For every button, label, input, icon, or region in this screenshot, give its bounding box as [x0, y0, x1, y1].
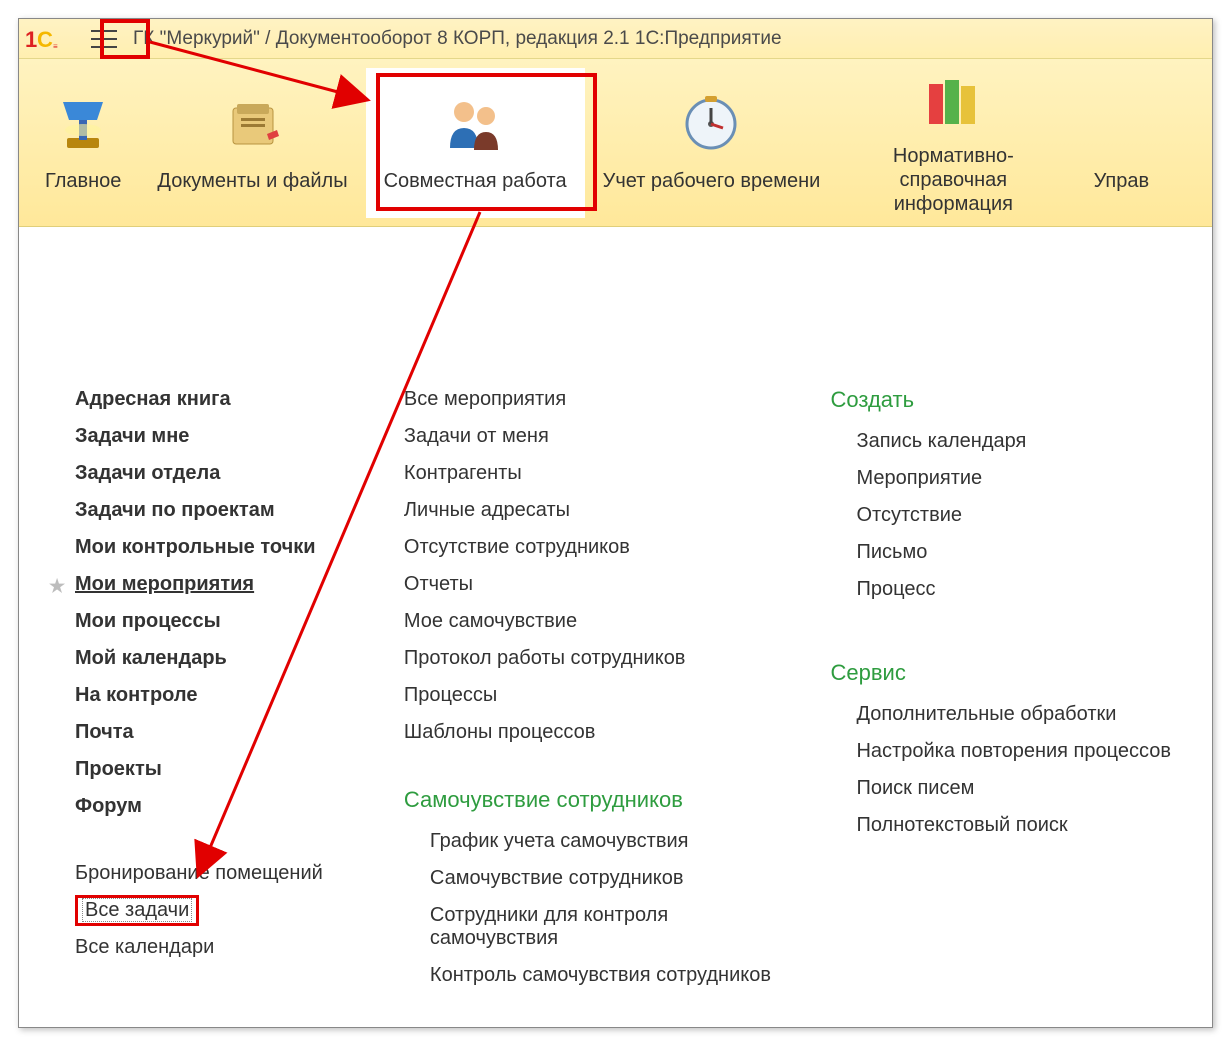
link-create-absence[interactable]: Отсутствие: [830, 497, 1182, 534]
link-all-events[interactable]: Все мероприятия: [404, 381, 795, 418]
link-label: Мои мероприятия: [75, 573, 254, 595]
star-icon: ★: [49, 576, 65, 597]
link-search-mail[interactable]: Поиск писем: [830, 770, 1182, 807]
link-on-control[interactable]: На контроле: [75, 677, 368, 714]
link-my-events[interactable]: ★ Мои мероприятия: [75, 566, 368, 603]
nav-label: Совместная работа: [384, 170, 567, 193]
link-mail[interactable]: Почта: [75, 714, 368, 751]
link-create-calendar-entry[interactable]: Запись календаря: [830, 423, 1182, 460]
nav-label: Нормативно-справочная информация: [856, 144, 1050, 216]
link-my-tasks[interactable]: Задачи мне: [75, 418, 368, 455]
link-control-points[interactable]: Мои контрольные точки: [75, 529, 368, 566]
nav-label: Учет рабочего времени: [603, 170, 821, 193]
group-header-service: Сервис: [830, 654, 1182, 696]
group-header-wellbeing: Самочувствие сотрудников: [404, 781, 795, 823]
link-project-tasks[interactable]: Задачи по проектам: [75, 492, 368, 529]
link-employee-wellbeing[interactable]: Самочувствие сотрудников: [404, 860, 795, 897]
nav-column-1: Адресная книга Задачи мне Задачи отдела …: [75, 381, 368, 994]
link-forum[interactable]: Форум: [75, 788, 368, 825]
link-work-protocol[interactable]: Протокол работы сотрудников: [404, 640, 795, 677]
link-contractors[interactable]: Контрагенты: [404, 455, 795, 492]
link-all-calendars[interactable]: Все календари: [75, 929, 368, 966]
people-icon: [440, 92, 510, 156]
link-projects[interactable]: Проекты: [75, 751, 368, 788]
link-all-tasks[interactable]: Все задачи: [75, 892, 368, 929]
link-process-templates[interactable]: Шаблоны процессов: [404, 714, 795, 751]
nav-reference-info[interactable]: Нормативно-справочная информация: [838, 68, 1068, 218]
more-icon: [1086, 92, 1156, 156]
link-room-booking[interactable]: Бронирование помещений: [75, 855, 368, 892]
link-wellbeing-controllers[interactable]: Сотрудники для контроля самочувствия: [404, 897, 795, 957]
link-my-processes[interactable]: Мои процессы: [75, 603, 368, 640]
logo-1c: 1C≡: [25, 25, 75, 53]
nav-label: Главное: [45, 170, 121, 193]
link-reports[interactable]: Отчеты: [404, 566, 795, 603]
link-create-letter[interactable]: Письмо: [830, 534, 1182, 571]
link-label: Все задачи: [82, 898, 192, 922]
link-wellbeing-schedule[interactable]: График учета самочувствия: [404, 823, 795, 860]
svg-text:≡: ≡: [53, 42, 58, 51]
link-create-process[interactable]: Процесс: [830, 571, 1182, 608]
link-create-event[interactable]: Мероприятие: [830, 460, 1182, 497]
link-my-wellbeing[interactable]: Мое самочувствие: [404, 603, 795, 640]
svg-text:C: C: [37, 27, 53, 52]
clock-icon: [676, 92, 746, 156]
svg-text:1: 1: [25, 27, 37, 52]
link-my-calendar[interactable]: Мой календарь: [75, 640, 368, 677]
nav-more[interactable]: Управ: [1068, 68, 1156, 218]
main-menu-button[interactable]: [83, 22, 125, 56]
link-process-repeat-settings[interactable]: Настройка повторения процессов: [830, 733, 1182, 770]
docs-icon: [218, 92, 288, 156]
section-navbar: Главное Документы и файлы Совместная раб…: [19, 59, 1212, 227]
group-header-create: Создать: [830, 381, 1182, 423]
link-extra-processing[interactable]: Дополнительные обработки: [830, 696, 1182, 733]
nav-main[interactable]: Главное: [27, 68, 139, 218]
nav-column-3: Создать Запись календаря Мероприятие Отс…: [830, 381, 1182, 994]
nav-collaboration[interactable]: Совместная работа: [366, 68, 585, 218]
link-employee-absence[interactable]: Отсутствие сотрудников: [404, 529, 795, 566]
lamp-icon: [48, 92, 118, 156]
nav-timesheet[interactable]: Учет рабочего времени: [585, 68, 839, 218]
link-processes[interactable]: Процессы: [404, 677, 795, 714]
books-icon: [918, 70, 988, 130]
nav-label: Управ: [1094, 170, 1150, 193]
nav-documents[interactable]: Документы и файлы: [139, 68, 365, 218]
link-personal-recipients[interactable]: Личные адресаты: [404, 492, 795, 529]
nav-label: Документы и файлы: [157, 170, 347, 193]
link-fulltext-search[interactable]: Полнотекстовый поиск: [830, 807, 1182, 844]
link-address-book[interactable]: Адресная книга: [75, 381, 368, 418]
link-tasks-from-me[interactable]: Задачи от меня: [404, 418, 795, 455]
link-dept-tasks[interactable]: Задачи отдела: [75, 455, 368, 492]
nav-column-2: Все мероприятия Задачи от меня Контраген…: [404, 381, 795, 994]
window-title: ГК "Меркурий" / Документооборот 8 КОРП, …: [133, 28, 782, 50]
titlebar: 1C≡ ГК "Меркурий" / Документооборот 8 КО…: [19, 19, 1212, 59]
link-wellbeing-control[interactable]: Контроль самочувствия сотрудников: [404, 957, 795, 994]
